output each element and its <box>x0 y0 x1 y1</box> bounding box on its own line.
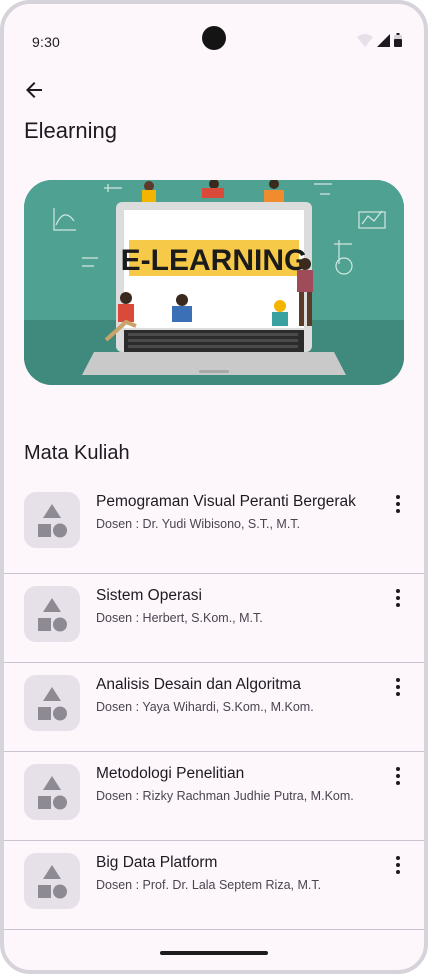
system-icons <box>357 33 402 47</box>
course-name: Analisis Desain dan Algoritma <box>96 676 302 693</box>
shapes-icon <box>38 776 67 810</box>
more-vert-icon[interactable] <box>394 677 402 697</box>
course-lecturer: Dosen : Dr. Yudi Wibisono, S.T., M.T. <box>96 517 301 531</box>
list-item[interactable]: Analisis Desain dan Algoritma Dosen : Ya… <box>4 663 424 752</box>
course-lecturer: Dosen : Rizky Rachman Judhie Putra, M.Ko… <box>96 789 354 803</box>
list-item[interactable]: Metodologi Penelitian Dosen : Rizky Rach… <box>4 752 424 841</box>
course-thumbnail <box>24 492 80 548</box>
list-item[interactable]: Big Data Platform Dosen : Prof. Dr. Lala… <box>4 841 424 930</box>
arrow-back-icon[interactable] <box>22 78 46 102</box>
more-vert-icon[interactable] <box>394 766 402 786</box>
home-indicator[interactable] <box>160 951 268 955</box>
shapes-icon <box>38 504 67 538</box>
phone-frame: 9:30 Elearning E-LEARNING Mata Kuliah Pe… <box>0 0 428 974</box>
course-thumbnail <box>24 586 80 642</box>
list-item[interactable]: Pemograman Visual Peranti Bergerak Dosen… <box>4 480 424 574</box>
course-name: Sistem Operasi <box>96 587 202 604</box>
shapes-icon <box>38 687 67 721</box>
elearning-illustration: E-LEARNING <box>24 180 404 385</box>
page-title: Elearning <box>24 118 117 143</box>
course-name: Big Data Platform <box>96 854 218 871</box>
more-vert-icon[interactable] <box>394 494 402 514</box>
camera-cutout <box>202 26 226 50</box>
elearning-banner: E-LEARNING <box>24 180 404 385</box>
course-thumbnail <box>24 764 80 820</box>
shapes-icon <box>38 598 67 632</box>
status-time: 9:30 <box>32 34 61 50</box>
wifi-icon <box>357 34 373 47</box>
list-item[interactable]: Sistem Operasi Dosen : Herbert, S.Kom., … <box>4 574 424 663</box>
more-vert-icon[interactable] <box>394 588 402 608</box>
course-lecturer: Dosen : Yaya Wihardi, S.Kom., M.Kom. <box>96 700 314 714</box>
signal-icon <box>377 34 390 47</box>
more-vert-icon[interactable] <box>394 855 402 875</box>
shapes-icon <box>38 865 67 899</box>
section-title: Mata Kuliah <box>24 442 130 464</box>
course-list: Pemograman Visual Peranti Bergerak Dosen… <box>4 480 424 930</box>
battery-icon <box>394 33 402 47</box>
course-name: Pemograman Visual Peranti Bergerak <box>96 493 356 510</box>
course-lecturer: Dosen : Herbert, S.Kom., M.T. <box>96 611 263 625</box>
course-thumbnail <box>24 675 80 731</box>
status-bar: 9:30 <box>4 4 424 50</box>
course-lecturer: Dosen : Prof. Dr. Lala Septem Riza, M.T. <box>96 878 322 892</box>
banner-label: E-LEARNING <box>121 244 308 277</box>
course-thumbnail <box>24 853 80 909</box>
course-name: Metodologi Penelitian <box>96 765 245 782</box>
